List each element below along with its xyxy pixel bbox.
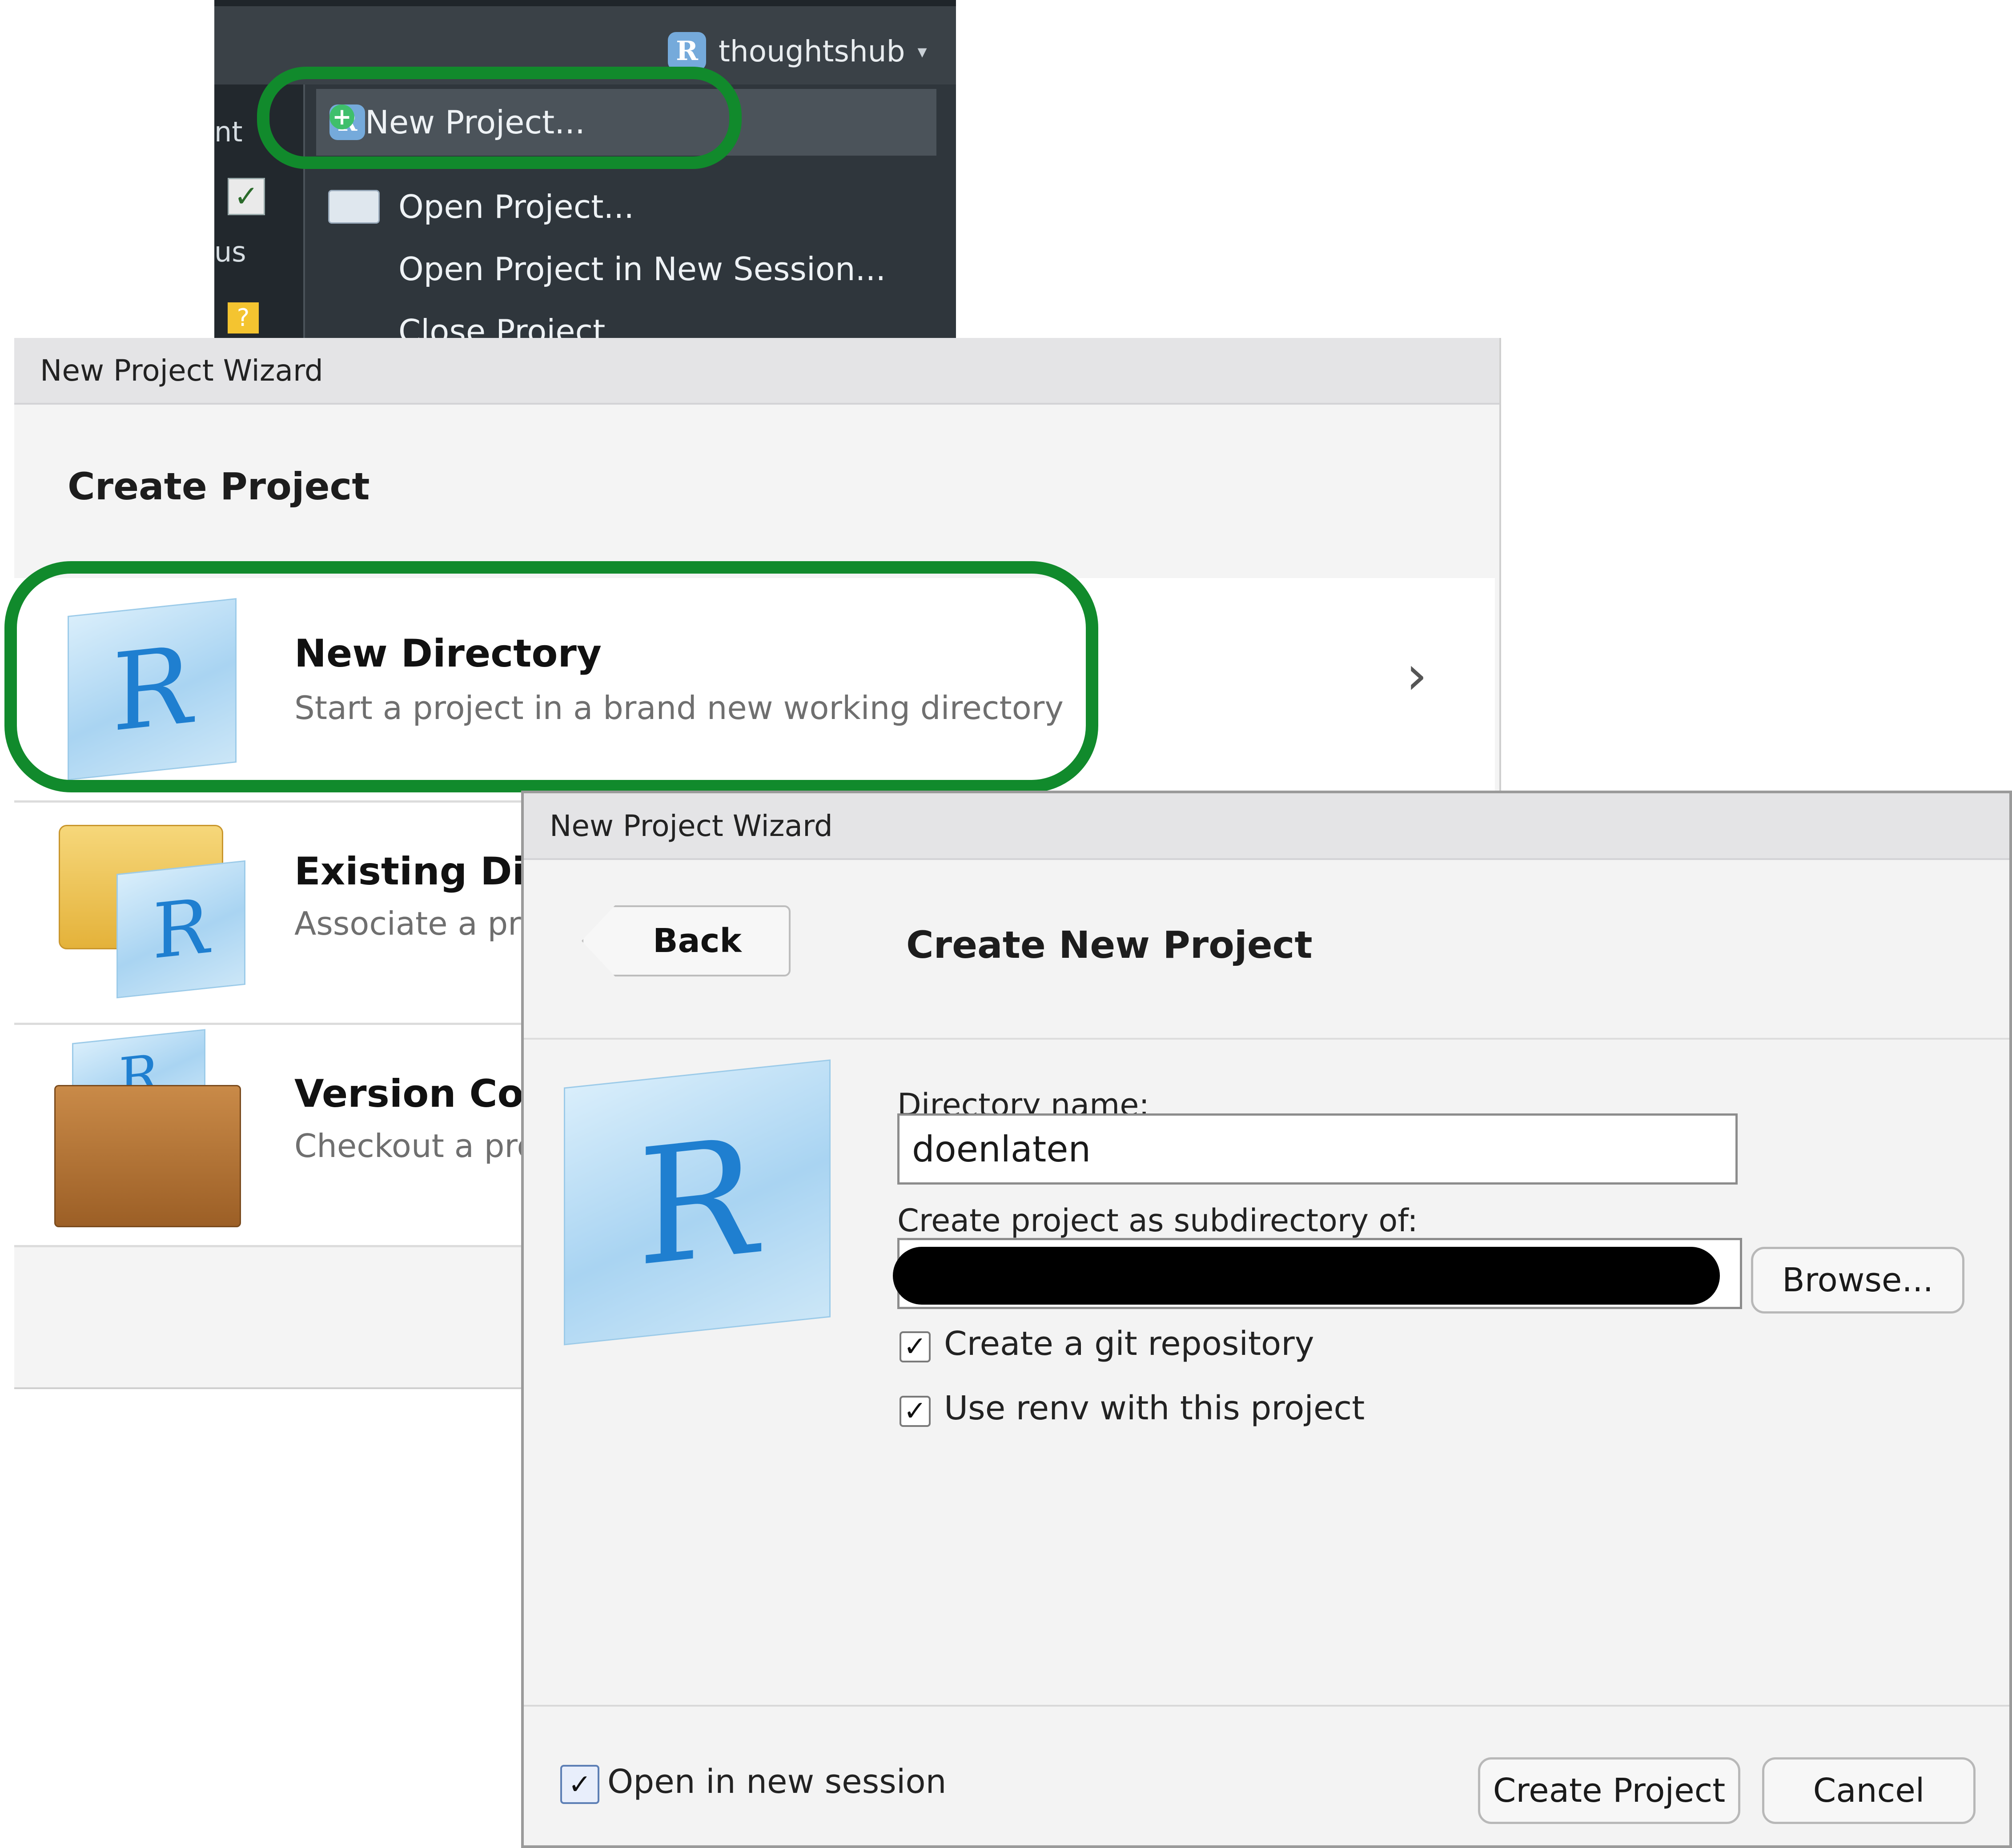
page-title: Create New Project <box>906 923 1313 967</box>
git-checkbox-label: Create a git repository <box>944 1325 1314 1363</box>
git-checkbox[interactable]: ✓ <box>900 1331 931 1362</box>
menu-item-label: Close Project <box>398 313 606 338</box>
open-session-checkbox[interactable]: ✓ <box>560 1765 599 1804</box>
window-title: New Project Wizard <box>14 338 1499 405</box>
menu-item-open-project[interactable]: Open Project... <box>327 173 634 240</box>
cancel-button[interactable]: Cancel <box>1762 1757 1976 1824</box>
caret-down-icon: ▾ <box>917 40 927 62</box>
footer-divider <box>524 1705 2009 1707</box>
checkbox-icon: ✓ <box>228 178 265 215</box>
left-panel-label: nt <box>214 116 243 148</box>
browse-button[interactable]: Browse... <box>1751 1247 1964 1314</box>
left-panel-label: us <box>214 236 246 268</box>
open-folder-icon <box>327 185 381 229</box>
r-cube-icon: R <box>564 1059 831 1346</box>
project-selector[interactable]: R thoughtshub ▾ <box>668 27 927 76</box>
option-subtitle: Checkout a proj <box>294 1127 546 1165</box>
chevron-right-icon: › <box>1406 645 1427 707</box>
help-icon: ? <box>228 302 259 333</box>
menu-item-label: Open Project... <box>398 188 635 225</box>
highlight-new-directory <box>4 561 1098 792</box>
option-subtitle: Associate a proj <box>294 905 549 942</box>
page-title: Create Project <box>68 465 370 508</box>
renv-checkbox[interactable]: ✓ <box>900 1396 931 1427</box>
open-session-label: Open in new session <box>607 1763 947 1801</box>
new-project-wizard-2: New Project Wizard Back Create New Proje… <box>521 791 2012 1848</box>
project-name: thoughtshub <box>719 34 905 68</box>
rstudio-project-menu: R thoughtshub ▾ nt ✓ us ? R + New Projec… <box>214 0 956 338</box>
directory-name-input[interactable]: doenlaten <box>897 1113 1738 1185</box>
renv-checkbox-label: Use renv with this project <box>944 1389 1365 1427</box>
box-icon <box>54 1085 241 1227</box>
back-button[interactable]: Back <box>582 905 791 976</box>
window-title: New Project Wizard <box>524 793 2009 860</box>
highlight-new-project <box>257 67 742 169</box>
subdirectory-label: Create project as subdirectory of: <box>897 1202 1418 1239</box>
r-cube-icon: R <box>116 860 245 999</box>
menu-item-close-project[interactable]: Close Project <box>398 298 605 338</box>
r-project-icon: R <box>668 32 706 70</box>
menu-item-label: Open Project in New Session... <box>398 250 886 288</box>
menu-item-open-new-session[interactable]: Open Project in New Session... <box>398 236 886 302</box>
redaction-mark <box>893 1247 1720 1305</box>
create-project-button[interactable]: Create Project <box>1478 1757 1740 1824</box>
